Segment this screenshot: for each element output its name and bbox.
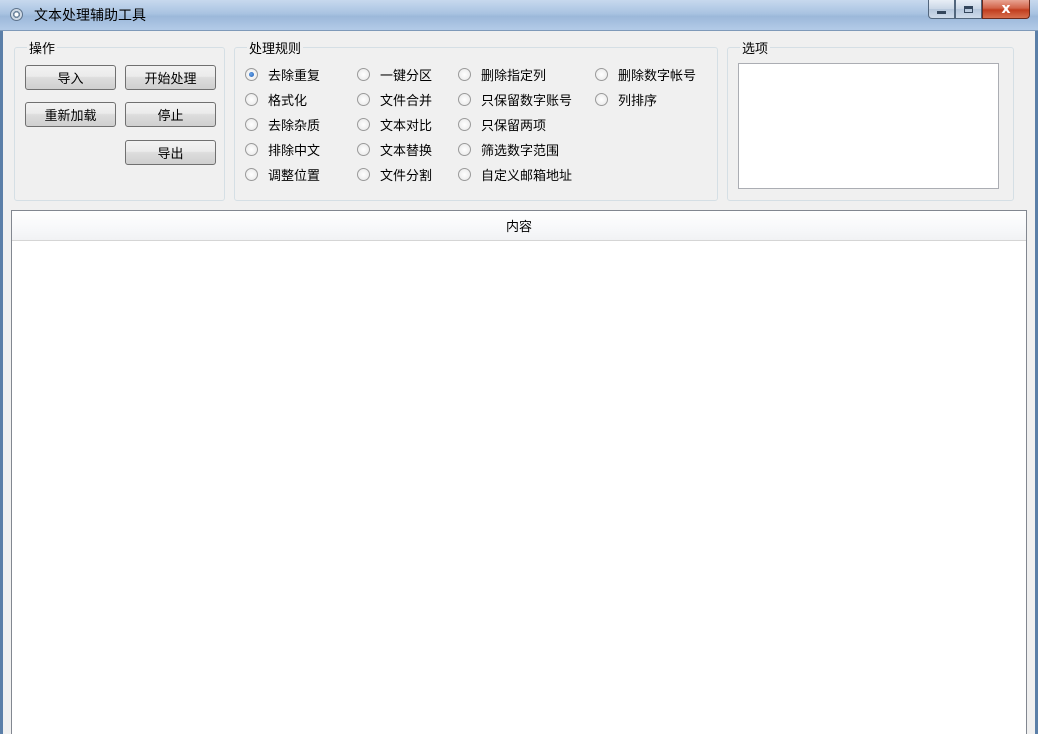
rule-option[interactable]: 文本对比 bbox=[357, 115, 433, 134]
radio-icon bbox=[357, 67, 370, 81]
close-icon: x bbox=[1001, 1, 1011, 17]
maximize-icon bbox=[964, 5, 973, 13]
radio-icon bbox=[357, 117, 370, 131]
maximize-button[interactable] bbox=[955, 0, 982, 19]
window-edge-left bbox=[0, 30, 3, 734]
content-column-header[interactable]: 内容 bbox=[12, 211, 1026, 241]
rule-option-label: 文本对比 bbox=[380, 118, 433, 134]
radio-icon bbox=[458, 92, 471, 106]
radio-icon bbox=[245, 142, 258, 156]
rule-option-label: 格式化 bbox=[268, 93, 308, 109]
window-controls: x bbox=[928, 0, 1030, 20]
rule-option-label: 筛选数字范围 bbox=[481, 143, 560, 159]
rule-option-label: 删除数字帐号 bbox=[618, 68, 697, 84]
rule-option[interactable]: 文件分割 bbox=[357, 165, 433, 184]
radio-selected-icon bbox=[245, 67, 258, 81]
radio-icon bbox=[595, 92, 608, 106]
rule-option[interactable]: 调整位置 bbox=[245, 165, 321, 184]
import-button[interactable]: 导入 bbox=[25, 65, 116, 90]
minimize-button[interactable] bbox=[928, 0, 955, 19]
rule-option-label: 文本替换 bbox=[380, 143, 433, 159]
rule-option-label: 只保留数字账号 bbox=[481, 93, 573, 109]
rule-option[interactable]: 删除数字帐号 bbox=[595, 65, 697, 84]
reload-button[interactable]: 重新加载 bbox=[25, 102, 116, 127]
rule-option[interactable]: 只保留数字账号 bbox=[458, 90, 573, 109]
rule-option-label: 自定义邮箱地址 bbox=[481, 168, 573, 184]
rule-option-label: 一键分区 bbox=[380, 68, 433, 84]
radio-icon bbox=[357, 167, 370, 181]
rule-option[interactable]: 文件合并 bbox=[357, 90, 433, 109]
rule-option[interactable]: 一键分区 bbox=[357, 65, 433, 84]
radio-icon bbox=[458, 142, 471, 156]
rule-option-label: 列排序 bbox=[618, 93, 658, 109]
options-listbox[interactable] bbox=[738, 63, 999, 189]
radio-icon bbox=[458, 117, 471, 131]
radio-icon bbox=[245, 117, 258, 131]
radio-icon bbox=[357, 92, 370, 106]
rules-legend: 处理规则 bbox=[247, 38, 304, 57]
rule-option[interactable]: 去除杂质 bbox=[245, 115, 321, 134]
rule-option[interactable]: 删除指定列 bbox=[458, 65, 547, 84]
rule-option-label: 删除指定列 bbox=[481, 68, 547, 84]
start-button[interactable]: 开始处理 bbox=[125, 65, 216, 90]
content-header-label: 内容 bbox=[505, 220, 532, 235]
rule-option-label: 文件分割 bbox=[380, 168, 433, 184]
rule-option[interactable]: 去除重复 bbox=[245, 65, 321, 84]
rule-option-label: 调整位置 bbox=[268, 168, 321, 184]
rule-option[interactable]: 只保留两项 bbox=[458, 115, 547, 134]
rule-option-label: 排除中文 bbox=[268, 143, 321, 159]
radio-icon bbox=[595, 67, 608, 81]
rule-option-label: 只保留两项 bbox=[481, 118, 547, 134]
minimize-icon bbox=[937, 10, 946, 14]
radio-icon bbox=[357, 142, 370, 156]
radio-icon bbox=[458, 67, 471, 81]
rule-option-label: 去除重复 bbox=[268, 68, 321, 84]
rule-option-label: 去除杂质 bbox=[268, 118, 321, 134]
rule-option[interactable]: 自定义邮箱地址 bbox=[458, 165, 573, 184]
rule-option[interactable]: 筛选数字范围 bbox=[458, 140, 560, 159]
radio-icon bbox=[458, 167, 471, 181]
rule-option-label: 文件合并 bbox=[380, 93, 433, 109]
rule-option[interactable]: 列排序 bbox=[595, 90, 658, 109]
app-icon bbox=[10, 8, 23, 21]
stop-button[interactable]: 停止 bbox=[125, 102, 216, 127]
radio-icon bbox=[245, 92, 258, 106]
window-title: 文本处理辅助工具 bbox=[34, 8, 146, 24]
title-bar[interactable]: 文本处理辅助工具 x bbox=[0, 0, 1038, 31]
export-button[interactable]: 导出 bbox=[125, 140, 216, 165]
rule-option[interactable]: 格式化 bbox=[245, 90, 308, 109]
rule-option[interactable]: 排除中文 bbox=[245, 140, 321, 159]
radio-icon bbox=[245, 167, 258, 181]
options-legend: 选项 bbox=[740, 38, 771, 57]
actions-legend: 操作 bbox=[27, 38, 58, 57]
close-button[interactable]: x bbox=[982, 0, 1030, 19]
rule-option[interactable]: 文本替换 bbox=[357, 140, 433, 159]
content-listview[interactable]: 内容 bbox=[11, 210, 1027, 734]
